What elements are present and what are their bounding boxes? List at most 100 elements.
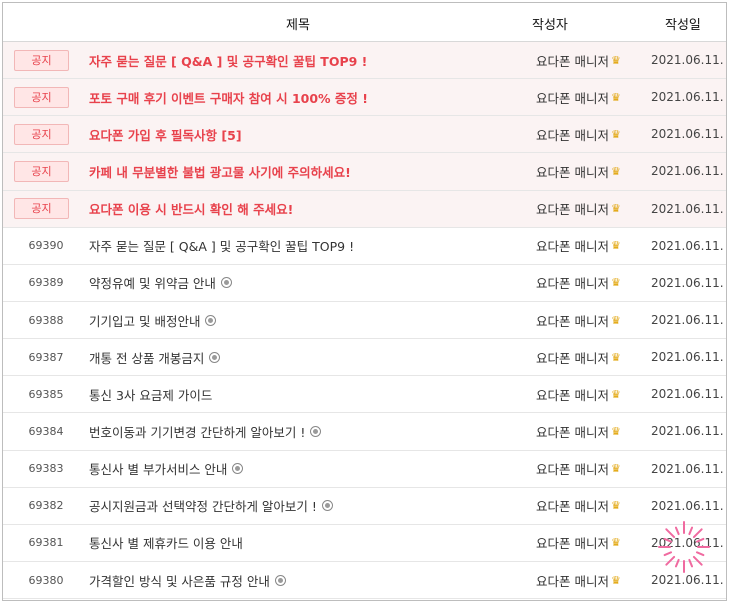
notice-badge: 공지 bbox=[14, 86, 69, 108]
crown-icon: ♛ bbox=[610, 424, 621, 438]
post-title-link[interactable]: 요다폰 이용 시 반드시 확인 해 주세요! bbox=[89, 191, 293, 227]
table-row[interactable]: 69383 통신사 별 부가서비스 안내 요다폰 매니저 ♛ 2021.06.11. bbox=[3, 450, 726, 488]
post-author[interactable]: 요다폰 매니저 ♛ bbox=[536, 451, 621, 487]
author-name: 요다폰 매니저 bbox=[536, 462, 609, 478]
post-title-link[interactable]: 자주 묻는 질문 [ Q&A ] 및 공구확인 꿀팁 TOP9 ! bbox=[89, 42, 367, 78]
crown-icon: ♛ bbox=[610, 127, 621, 141]
crown-icon: ♛ bbox=[610, 499, 621, 513]
post-title-link[interactable]: 통신사 별 부가서비스 안내 bbox=[89, 451, 244, 487]
table-row[interactable]: 69380 가격할인 방식 및 사은품 규정 안내 요다폰 매니저 ♛ 2021.06.… bbox=[3, 561, 726, 600]
post-title-text: 개통 전 상품 개봉금지 bbox=[89, 350, 205, 366]
post-title-link[interactable]: 자주 묻는 질문 [ Q&A ] 및 공구확인 꿀팁 TOP9 ! bbox=[89, 228, 354, 264]
post-title-text: 카페 내 무분별한 불법 광고물 사기에 주의하세요! bbox=[89, 164, 351, 180]
post-author[interactable]: 요다폰 매니저 ♛ bbox=[536, 42, 621, 78]
post-author[interactable]: 요다폰 매니저 ♛ bbox=[536, 79, 621, 115]
post-title-link[interactable]: 개통 전 상품 개봉금지 bbox=[89, 339, 221, 375]
post-author[interactable]: 요다폰 매니저 ♛ bbox=[536, 376, 621, 412]
notice-row[interactable]: 공지 요다폰 가입 후 필독사항 [5] 요다폰 매니저 ♛ 2021.06.11. bbox=[3, 116, 726, 154]
moon-icon bbox=[220, 277, 232, 289]
crown-icon: ♛ bbox=[610, 276, 621, 290]
moon-icon bbox=[232, 463, 244, 475]
post-title-link[interactable]: 카페 내 무분별한 불법 광고물 사기에 주의하세요! bbox=[89, 153, 351, 189]
post-author[interactable]: 요다폰 매니저 ♛ bbox=[536, 228, 621, 264]
notice-badge-cell: 공지 bbox=[3, 42, 89, 78]
post-title-text: 공시지원금과 선택약정 간단하게 알아보기 ! bbox=[89, 499, 317, 515]
notice-badge-cell: 공지 bbox=[3, 79, 89, 115]
table-row[interactable]: 69390 자주 묻는 질문 [ Q&A ] 및 공구확인 꿀팁 TOP9 ! 요다… bbox=[3, 227, 726, 265]
notice-row[interactable]: 공지 요다폰 이용 시 반드시 확인 해 주세요! 요다폰 매니저 ♛ 2021.06.… bbox=[3, 190, 726, 228]
author-name: 요다폰 매니저 bbox=[536, 387, 609, 403]
post-author[interactable]: 요다폰 매니저 ♛ bbox=[536, 339, 621, 375]
post-author[interactable]: 요다폰 매니저 ♛ bbox=[536, 562, 621, 598]
author-name: 요다폰 매니저 bbox=[536, 127, 609, 143]
author-name: 요다폰 매니저 bbox=[536, 424, 609, 440]
author-name: 요다폰 매니저 bbox=[536, 239, 609, 255]
post-title-link[interactable]: 공시지원금과 선택약정 간단하게 알아보기 ! bbox=[89, 488, 333, 524]
notice-row[interactable]: 공지 포토 구매 후기 이벤트 구매자 참여 시 100% 증정 ! 요다폰 매니저… bbox=[3, 79, 726, 117]
crown-icon: ♛ bbox=[610, 164, 621, 178]
post-date: 2021.06.11. bbox=[651, 90, 724, 105]
table-row[interactable]: 69389 약정유예 및 위약금 안내 요다폰 매니저 ♛ 2021.06.11. bbox=[3, 264, 726, 302]
post-author[interactable]: 요다폰 매니저 ♛ bbox=[536, 116, 621, 152]
notice-badge: 공지 bbox=[14, 123, 69, 145]
post-number: 69390 bbox=[28, 239, 64, 253]
post-date: 2021.06.11. bbox=[651, 350, 724, 365]
table-row[interactable]: 69385 통신 3사 요금제 가이드 요다폰 매니저 ♛ 2021.06.11. bbox=[3, 376, 726, 414]
moon-icon bbox=[274, 574, 286, 586]
post-date: 2021.06.11. bbox=[651, 461, 724, 476]
column-author: 작성자 bbox=[532, 18, 568, 33]
table-row[interactable]: 69388 기기입고 및 배정안내 요다폰 매니저 ♛ 2021.06.11. bbox=[3, 301, 726, 340]
crown-icon: ♛ bbox=[610, 536, 621, 550]
post-title-text: 통신 3사 요금제 가이드 bbox=[89, 387, 213, 403]
notice-badge-cell: 공지 bbox=[3, 153, 89, 189]
post-date: 2021.06.11. bbox=[651, 313, 724, 328]
author-name: 요다폰 매니저 bbox=[536, 90, 609, 106]
post-title-link[interactable]: 기기입고 및 배정안내 bbox=[89, 302, 217, 338]
post-date: 2021.06.11. bbox=[651, 535, 724, 550]
post-title-link[interactable]: 통신 3사 요금제 가이드 bbox=[89, 376, 212, 412]
moon-icon bbox=[321, 500, 333, 512]
table-row[interactable]: 69382 공시지원금과 선택약정 간단하게 알아보기 ! 요다폰 매니저 ♛ 2021… bbox=[3, 487, 726, 525]
post-number: 69384 bbox=[28, 424, 64, 438]
post-number: 69382 bbox=[28, 499, 64, 513]
post-author[interactable]: 요다폰 매니저 ♛ bbox=[536, 153, 621, 189]
post-author[interactable]: 요다폰 매니저 ♛ bbox=[536, 488, 621, 524]
moon-icon bbox=[209, 351, 221, 363]
notice-row[interactable]: 공지 카페 내 무분별한 불법 광고물 사기에 주의하세요! 요다폰 매니저 ♛ 202… bbox=[3, 153, 726, 191]
post-author[interactable]: 요다폰 매니저 ♛ bbox=[536, 302, 621, 338]
post-date: 2021.06.11. bbox=[651, 201, 724, 216]
crown-icon: ♛ bbox=[610, 53, 621, 67]
post-title-link[interactable]: 가격할인 방식 및 사은품 규정 안내 bbox=[89, 562, 286, 598]
table-row[interactable]: 69381 통신사 별 제휴카드 이용 안내 요다폰 매니저 ♛ 2021.06.11. bbox=[3, 524, 726, 562]
post-title-text: 통신사 별 제휴카드 이용 안내 bbox=[89, 536, 243, 552]
post-number: 69387 bbox=[28, 350, 64, 364]
author-name: 요다폰 매니저 bbox=[536, 350, 609, 366]
post-date: 2021.06.11. bbox=[651, 53, 724, 68]
post-title-link[interactable]: 약정유예 및 위약금 안내 bbox=[89, 265, 232, 301]
author-name: 요다폰 매니저 bbox=[536, 53, 609, 69]
author-name: 요다폰 매니저 bbox=[536, 164, 609, 180]
post-title-link[interactable]: 요다폰 가입 후 필독사항 [5] bbox=[89, 116, 242, 152]
table-row[interactable]: 69387 개통 전 상품 개봉금지 요다폰 매니저 ♛ 2021.06.11. bbox=[3, 339, 726, 377]
post-author[interactable]: 요다폰 매니저 ♛ bbox=[536, 191, 621, 227]
post-author[interactable]: 요다폰 매니저 ♛ bbox=[536, 265, 621, 301]
author-name: 요다폰 매니저 bbox=[536, 536, 609, 552]
post-title-text: 기기입고 및 배정안내 bbox=[89, 313, 201, 329]
post-number: 69388 bbox=[28, 313, 64, 327]
post-date: 2021.06.11. bbox=[651, 387, 724, 402]
table-row[interactable]: 69384 번호이동과 기기변경 간단하게 알아보기 ! 요다폰 매니저 ♛ 2021.… bbox=[3, 413, 726, 451]
author-name: 요다폰 매니저 bbox=[536, 202, 609, 218]
post-title-link[interactable]: 포토 구매 후기 이벤트 구매자 참여 시 100% 증정 ! bbox=[89, 79, 368, 115]
post-author[interactable]: 요다폰 매니저 ♛ bbox=[536, 413, 621, 449]
notice-row[interactable]: 공지 자주 묻는 질문 [ Q&A ] 및 공구확인 꿀팁 TOP9 ! 요다폰 매… bbox=[3, 42, 726, 80]
post-title-link[interactable]: 번호이동과 기기변경 간단하게 알아보기 ! bbox=[89, 413, 322, 449]
post-date: 2021.06.11. bbox=[651, 238, 724, 253]
post-number: 69389 bbox=[28, 276, 64, 290]
table-body: 공지 자주 묻는 질문 [ Q&A ] 및 공구확인 꿀팁 TOP9 ! 요다폰 매… bbox=[3, 42, 726, 600]
post-title-text: 요다폰 이용 시 반드시 확인 해 주세요! bbox=[89, 202, 294, 218]
post-author[interactable]: 요다폰 매니저 ♛ bbox=[536, 525, 621, 561]
post-number: 69385 bbox=[28, 387, 64, 401]
post-date: 2021.06.11. bbox=[651, 164, 724, 179]
post-title-link[interactable]: 통신사 별 제휴카드 이용 안내 bbox=[89, 525, 243, 561]
column-title: 제목 bbox=[286, 18, 310, 33]
